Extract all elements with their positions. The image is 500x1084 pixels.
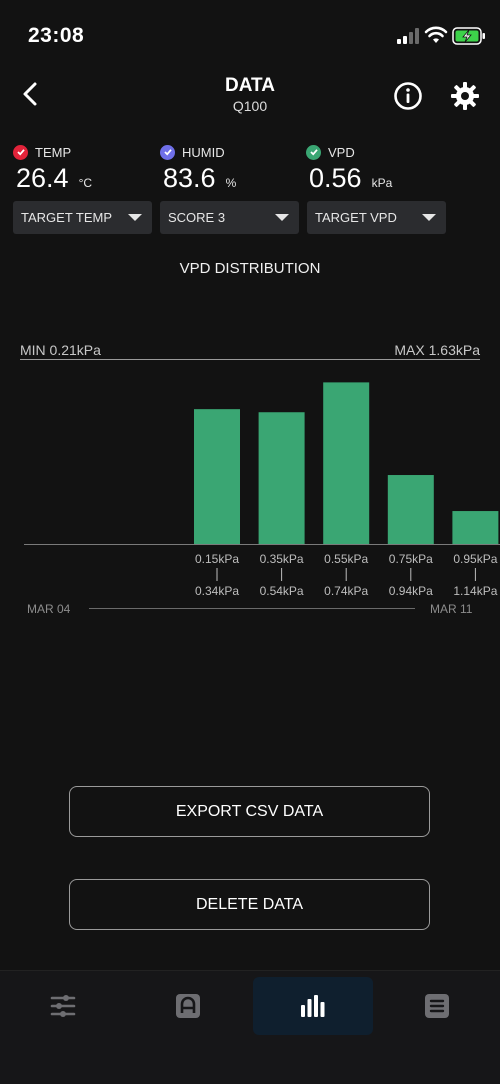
range-max: MAX 1.63kPa — [394, 342, 480, 358]
metric-humid: HUMID 83.6% — [160, 143, 300, 195]
tab-controls[interactable] — [3, 977, 123, 1035]
metric-label: VPD — [328, 144, 355, 160]
status-bar: 23:08 — [0, 0, 500, 60]
export-csv-button[interactable]: EXPORT CSV DATA — [69, 786, 430, 837]
tick-label-low: 0.55kPa — [324, 552, 368, 566]
page-title: DATA — [225, 75, 275, 96]
tick-label-low: 0.95kPa — [453, 552, 497, 566]
tick-label-high: 0.74kPa — [324, 584, 368, 598]
device-name: Q100 — [232, 98, 268, 114]
gear-icon[interactable] — [449, 80, 481, 112]
range-min: MIN 0.21kPa — [20, 342, 101, 358]
score-dropdown[interactable]: SCORE 3 — [160, 201, 299, 234]
delete-data-button[interactable]: DELETE DATA — [69, 879, 430, 930]
chart-bar — [194, 409, 240, 544]
controller-icon — [176, 994, 200, 1018]
metric-label: HUMID — [182, 144, 225, 160]
tab-controller[interactable] — [128, 977, 248, 1035]
sliders-icon — [50, 995, 76, 1017]
caret-down-icon — [275, 214, 289, 221]
status-time: 23:08 — [28, 24, 85, 47]
chart-bar — [323, 382, 370, 544]
info-icon[interactable] — [392, 80, 424, 112]
metric-unit: °C — [78, 176, 93, 190]
list-icon — [425, 994, 449, 1018]
tab-data[interactable] — [253, 977, 373, 1035]
metric-label: TEMP — [35, 144, 72, 160]
metric-value: 0.56 — [309, 163, 362, 193]
dropdown-label: TARGET VPD — [315, 210, 397, 225]
header: DATA Q100 — [0, 60, 500, 130]
tab-menu[interactable] — [377, 977, 497, 1035]
bar-chart-icon — [301, 995, 325, 1017]
wifi-icon — [424, 26, 448, 43]
chart-bar — [452, 511, 499, 544]
metric-temp: TEMP 26.4 °C — [13, 143, 153, 195]
target-temp-dropdown[interactable]: TARGET TEMP — [13, 201, 152, 234]
bottom-nav — [0, 970, 500, 1084]
chart-bar — [258, 412, 305, 544]
battery-charging-icon — [452, 27, 485, 45]
tick-label-high: 0.34kPa — [195, 584, 239, 598]
target-vpd-dropdown[interactable]: TARGET VPD — [307, 201, 446, 234]
metric-value: 83.6 — [163, 163, 216, 193]
check-icon — [13, 144, 28, 160]
cellular-signal-icon — [397, 28, 419, 44]
date-range-line — [89, 608, 415, 609]
chart-bar — [387, 475, 434, 544]
chart-title: VPD DISTRIBUTION — [179, 260, 321, 277]
tick-label-low: 0.15kPa — [195, 552, 239, 566]
vpd-distribution-chart: 0.15kPa 0.34kPa 0.35kPa 0.54kPa 0.55kPa 0.74k… — [24, 382, 500, 598]
date-end: MAR 11 — [430, 602, 473, 616]
dropdown-label: TARGET TEMP — [21, 210, 113, 225]
tick-label-high: 0.94kPa — [389, 584, 433, 598]
date-start: MAR 04 — [27, 602, 71, 616]
caret-down-icon — [128, 214, 142, 221]
caret-down-icon — [422, 214, 436, 221]
metric-unit: % — [225, 176, 237, 190]
metric-value: 26.4 — [16, 163, 69, 193]
check-icon — [306, 144, 321, 160]
tick-label-high: 0.54kPa — [260, 584, 304, 598]
tick-label-low: 0.35kPa — [260, 552, 304, 566]
tick-label-high: 1.14kPa — [453, 584, 497, 598]
metric-vpd: VPD 0.56 kPa — [306, 143, 446, 195]
tick-label-low: 0.75kPa — [389, 552, 433, 566]
metric-unit: kPa — [371, 176, 393, 190]
dropdown-label: SCORE 3 — [168, 210, 226, 225]
check-icon — [160, 144, 175, 160]
